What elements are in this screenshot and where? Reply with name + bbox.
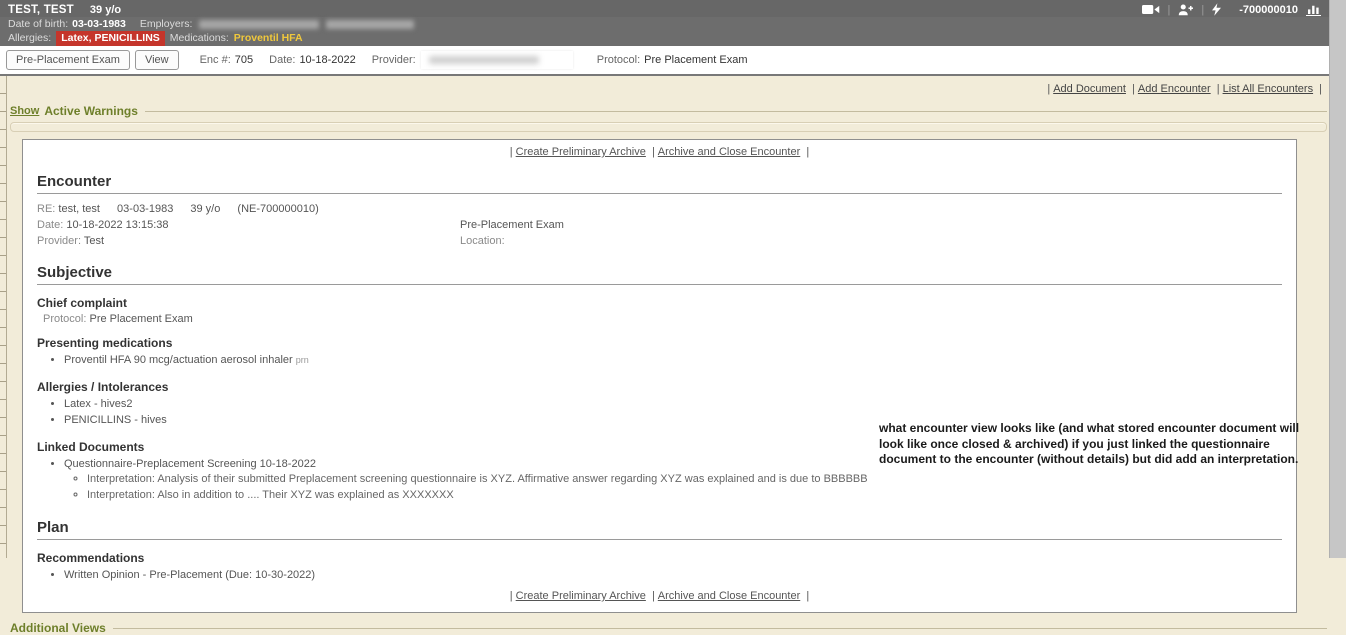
encounter-ne-id: (NE-700000010) bbox=[237, 203, 318, 215]
encounter-patient: test, test bbox=[58, 203, 100, 215]
allergy-badge: Latex, PENICILLINS bbox=[56, 31, 165, 46]
archive-links-top: |Create Preliminary Archive |Archive and… bbox=[37, 140, 1282, 158]
legend-rule bbox=[145, 111, 1327, 112]
employers-label: Employers: bbox=[140, 18, 193, 30]
patient-age: 39 y/o bbox=[90, 4, 121, 16]
icon-separator: | bbox=[1201, 4, 1204, 16]
dob-label: Date of birth: bbox=[8, 18, 68, 30]
chief-complaint-protocol: Protocol: Pre Placement Exam bbox=[37, 313, 1282, 325]
recommendations-list: Written Opinion - Pre-Placement (Due: 10… bbox=[37, 568, 1282, 584]
show-warnings-link[interactable]: Show bbox=[10, 105, 39, 117]
medication-prn: prn bbox=[296, 355, 309, 365]
protocol-label: Protocol: bbox=[597, 54, 640, 66]
encounter-date-row: Date: 10-18-2022 13:15:38 Pre-Placement … bbox=[37, 217, 1282, 233]
patient-alerts-row: Allergies: Latex, PENICILLINS Medication… bbox=[0, 31, 1329, 45]
archive-and-close-link[interactable]: Archive and Close Encounter bbox=[658, 146, 800, 158]
enc-date-label: Date: bbox=[269, 54, 295, 66]
lightning-icon[interactable] bbox=[1212, 3, 1221, 16]
list-all-encounters-link[interactable]: List All Encounters bbox=[1223, 83, 1314, 95]
encounter-heading: Encounter bbox=[37, 173, 1282, 194]
employers-value-redacted bbox=[199, 20, 319, 29]
encounter-age: 39 y/o bbox=[190, 203, 220, 215]
add-person-icon[interactable] bbox=[1178, 4, 1193, 16]
interpretation-item: Interpretation: Analysis of their submit… bbox=[87, 472, 1282, 486]
subjective-heading: Subjective bbox=[37, 264, 1282, 285]
patient-banner: TEST, TEST 39 y/o | | -700000010 Date of… bbox=[0, 0, 1329, 46]
video-camera-icon[interactable] bbox=[1142, 4, 1160, 15]
add-encounter-link[interactable]: Add Encounter bbox=[1138, 83, 1211, 95]
encounter-exam-type: Pre-Placement Exam bbox=[460, 217, 564, 233]
medications-label: Medications: bbox=[170, 32, 229, 44]
encounter-panel: |Create Preliminary Archive |Archive and… bbox=[22, 139, 1297, 613]
encounter-provider-label: Provider: bbox=[37, 235, 81, 247]
provider-label: Provider: bbox=[372, 54, 416, 66]
encounter-re-row: RE: test, test 03-03-1983 39 y/o (NE-700… bbox=[37, 201, 1282, 217]
add-document-link[interactable]: Add Document bbox=[1053, 83, 1126, 95]
re-label: RE: bbox=[37, 203, 55, 215]
encounter-date-value: 10-18-2022 13:15:38 bbox=[66, 219, 168, 231]
icon-separator: | bbox=[1168, 4, 1171, 16]
create-preliminary-archive-link[interactable]: Create Preliminary Archive bbox=[516, 146, 646, 158]
cc-protocol-value: Pre Placement Exam bbox=[89, 313, 192, 325]
recommendation-item: Written Opinion - Pre-Placement (Due: 10… bbox=[64, 568, 1282, 582]
active-warnings-legend: Show Active Warnings bbox=[10, 104, 1327, 118]
vertical-scrollbar[interactable] bbox=[1329, 0, 1346, 558]
presenting-medications-heading: Presenting medications bbox=[37, 336, 1282, 350]
provider-value-redacted bbox=[429, 56, 539, 64]
employers-value-redacted bbox=[326, 20, 414, 29]
presenting-medications-list: Proventil HFA 90 mcg/actuation aerosol i… bbox=[37, 353, 1282, 369]
left-ruler bbox=[0, 76, 7, 558]
enc-date-value: 10-18-2022 bbox=[299, 54, 355, 66]
encounter-date-label: Date: bbox=[37, 219, 63, 231]
allergies-label: Allergies: bbox=[8, 32, 51, 44]
pre-placement-exam-button[interactable]: Pre-Placement Exam bbox=[6, 50, 130, 70]
view-button[interactable]: View bbox=[135, 50, 179, 70]
medications-value: Proventil HFA bbox=[234, 32, 303, 44]
interpretation-item: Interpretation: Also in addition to ....… bbox=[87, 488, 1282, 502]
encounter-provider-value: Test bbox=[84, 235, 104, 247]
additional-views-legend: Additional Views bbox=[10, 621, 1327, 635]
provider-input[interactable] bbox=[421, 51, 573, 69]
patient-name: TEST, TEST bbox=[8, 4, 74, 16]
enc-number-label: Enc #: bbox=[200, 54, 231, 66]
recommendations-heading: Recommendations bbox=[37, 551, 1282, 565]
create-preliminary-archive-link[interactable]: Create Preliminary Archive bbox=[516, 590, 646, 602]
active-warnings-collapsed-box bbox=[10, 122, 1327, 132]
allergy-item: Latex - hives2 bbox=[64, 397, 1282, 411]
reviewer-annotation: what encounter view looks like (and what… bbox=[879, 421, 1317, 468]
interpretations-list: Interpretation: Analysis of their submit… bbox=[64, 472, 1282, 502]
chief-complaint-heading: Chief complaint bbox=[37, 296, 1282, 310]
dob-value: 03-03-1983 bbox=[72, 18, 126, 30]
encounter-provider-row: Provider: Test Location: bbox=[37, 233, 1282, 249]
plan-heading: Plan bbox=[37, 519, 1282, 540]
encounter-actions-links: |Add Document |Add Encounter |List All E… bbox=[8, 76, 1329, 95]
cc-protocol-label: Protocol: bbox=[43, 313, 86, 325]
allergies-heading: Allergies / Intolerances bbox=[37, 380, 1282, 394]
active-warnings-title: Active Warnings bbox=[44, 104, 138, 118]
encounter-toolbar: Pre-Placement Exam View Enc #: 705 Date:… bbox=[0, 46, 1329, 76]
enc-number-value: 705 bbox=[235, 54, 253, 66]
legend-rule bbox=[113, 628, 1327, 629]
encounter-location-label: Location: bbox=[460, 233, 505, 249]
encounter-dob: 03-03-1983 bbox=[117, 203, 173, 215]
patient-demographics-row: Date of birth: 03-03-1983 Employers: bbox=[0, 17, 1329, 31]
protocol-value: Pre Placement Exam bbox=[644, 54, 747, 66]
medication-item: Proventil HFA 90 mcg/actuation aerosol i… bbox=[64, 353, 1282, 367]
additional-views-title: Additional Views bbox=[10, 621, 106, 635]
archive-links-bottom: |Create Preliminary Archive |Archive and… bbox=[37, 584, 1282, 606]
account-number: -700000010 bbox=[1239, 4, 1298, 16]
main-content: |Add Document |Add Encounter |List All E… bbox=[8, 76, 1329, 558]
bar-chart-icon[interactable] bbox=[1306, 3, 1321, 16]
patient-name-row: TEST, TEST 39 y/o | | -700000010 bbox=[0, 0, 1329, 17]
archive-and-close-link[interactable]: Archive and Close Encounter bbox=[658, 590, 800, 602]
